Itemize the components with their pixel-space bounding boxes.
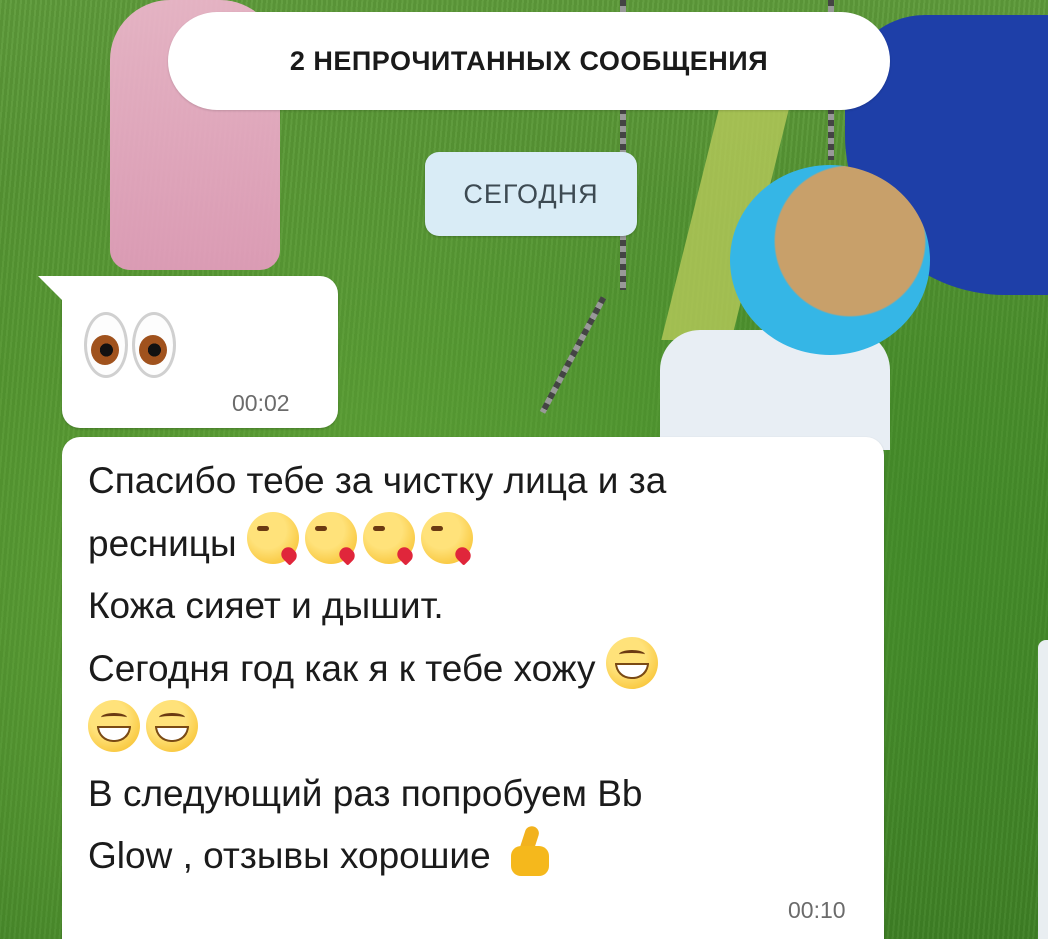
thumbs-up-emoji-icon [507,826,551,878]
grinning-emoji-icon [605,637,658,689]
eye-left-icon [84,312,128,378]
kissing-heart-emoji-icon [362,512,415,564]
kissing-heart-emoji-icon [304,512,357,564]
message-line [88,700,848,763]
message-line: Glow , отзывы хорошие [88,825,848,887]
message-time: 00:10 [788,897,846,923]
kissing-heart-emoji-icon [246,512,299,564]
unread-messages-label: 2 НЕПРОЧИТАННЫХ СООБЩЕНИЯ [289,45,769,76]
message-line: Спасибо тебе за чистку лица и за [88,460,667,501]
bubble-tail [38,276,64,302]
wallpaper-swing-chain [539,296,607,414]
grinning-emoji-icon [88,700,140,752]
message-line: Кожа сияет и дышит. [88,585,444,626]
date-separator: СЕГОДНЯ [425,152,637,236]
eye-right-icon [132,312,176,378]
message-line-text: ресницы [88,523,237,564]
wallpaper-boy-hat [730,165,930,355]
message-text: Спасибо тебе за чистку лица и за ресницы… [88,450,848,887]
kissing-heart-emoji-icon [420,512,473,564]
message-line: В следующий раз попробуем Bb [88,773,643,814]
adjacent-bubble-edge [1038,640,1048,939]
grinning-emoji-icon [146,700,198,752]
date-separator-label: СЕГОДНЯ [463,178,599,209]
message-line-text: Сегодня год как я к тебе хожу [88,648,596,689]
message-line: ресницы [88,512,848,575]
eyes-emoji [84,312,176,378]
unread-messages-banner: 2 НЕПРОЧИТАННЫХ СООБЩЕНИЯ [168,12,890,110]
message-time: 00:02 [232,390,290,416]
message-line: Сегодня год как я к тебе хожу [88,637,848,700]
message-line-text: Glow , отзывы хорошие [88,835,491,876]
